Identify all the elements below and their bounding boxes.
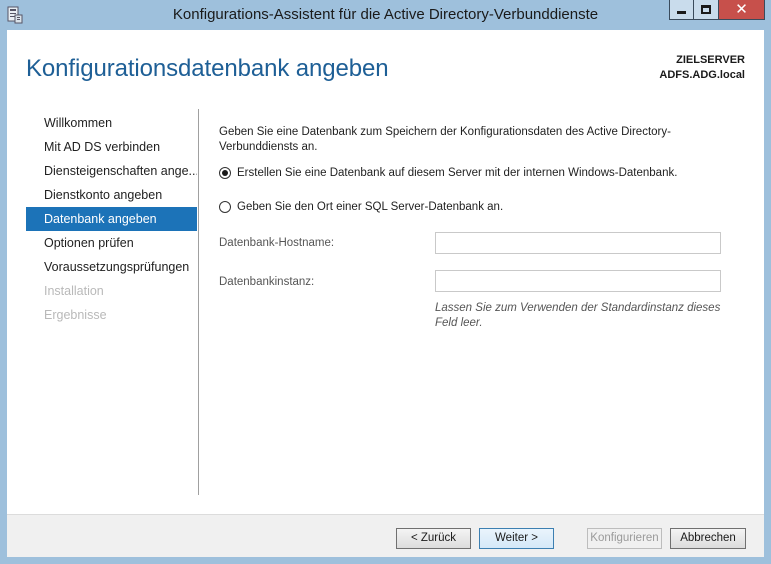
target-server-block: ZIELSERVER ADFS.ADG.local [659, 53, 745, 83]
page-description: Geben Sie eine Datenbank zum Speichern d… [219, 126, 671, 153]
nav-item-ad-ds-verbinden[interactable]: Mit AD DS verbinden [26, 135, 197, 159]
wizard-step-nav: Willkommen Mit AD DS verbinden Diensteig… [26, 111, 197, 327]
close-button[interactable]: ✕ [719, 0, 765, 20]
radio-selected-dot [222, 170, 228, 176]
nav-item-datenbank[interactable]: Datenbank angeben [26, 207, 197, 231]
option-sql-db-label[interactable]: Geben Sie den Ort einer SQL Server-Daten… [237, 201, 503, 213]
radio-internal-db[interactable] [219, 167, 231, 179]
nav-item-optionen-pruefen[interactable]: Optionen prüfen [26, 231, 197, 255]
minimize-button[interactable] [669, 0, 694, 20]
window-title: Konfigurations-Assistent für die Active … [172, 6, 599, 23]
instance-input[interactable] [435, 270, 721, 292]
maximize-button[interactable] [694, 0, 719, 20]
option-internal-db[interactable]: Erstellen Sie eine Datenbank auf diesem … [219, 167, 677, 179]
hostname-label: Datenbank-Hostname: [219, 237, 335, 249]
wizard-window: Konfigurations-Assistent für die Active … [0, 0, 771, 564]
back-button[interactable]: < Zurück [396, 528, 471, 549]
target-server-name: ADFS.ADG.local [659, 69, 745, 81]
nav-item-ergebnisse: Ergebnisse [44, 308, 107, 322]
nav-item-installation: Installation [44, 284, 104, 298]
nav-item-diensteigenschaften[interactable]: Diensteigenschaften ange... [26, 159, 197, 183]
instance-label: Datenbankinstanz: [219, 276, 315, 288]
next-button[interactable]: Weiter > [479, 528, 554, 549]
page-title: Konfigurationsdatenbank angeben [26, 55, 389, 82]
minimize-icon [677, 11, 686, 14]
nav-item-dienstkonto[interactable]: Dienstkonto angeben [26, 183, 197, 207]
option-sql-db[interactable]: Geben Sie den Ort einer SQL Server-Daten… [219, 201, 503, 213]
nav-divider [198, 109, 199, 495]
hostname-input[interactable] [435, 232, 721, 254]
nav-item-willkommen[interactable]: Willkommen [26, 111, 197, 135]
instance-hint: Lassen Sie zum Verwenden der Standardins… [435, 302, 721, 329]
content-panel: Geben Sie eine Datenbank zum Speichern d… [219, 125, 749, 329]
configure-button: Konfigurieren [587, 528, 662, 549]
close-icon: ✕ [735, 0, 748, 18]
option-internal-db-label[interactable]: Erstellen Sie eine Datenbank auf diesem … [237, 167, 677, 179]
title-bar[interactable]: Konfigurations-Assistent für die Active … [0, 0, 771, 30]
cancel-button[interactable]: Abbrechen [670, 528, 746, 549]
maximize-icon [701, 5, 711, 14]
nav-item-voraussetzungspruefungen[interactable]: Voraussetzungsprüfungen [26, 255, 197, 279]
target-server-label: ZIELSERVER [676, 54, 745, 66]
radio-sql-db[interactable] [219, 201, 231, 213]
wizard-client-area: Konfigurationsdatenbank angeben ZIELSERV… [7, 30, 764, 557]
wizard-footer: < Zurück Weiter > Konfigurieren Abbreche… [7, 514, 764, 557]
